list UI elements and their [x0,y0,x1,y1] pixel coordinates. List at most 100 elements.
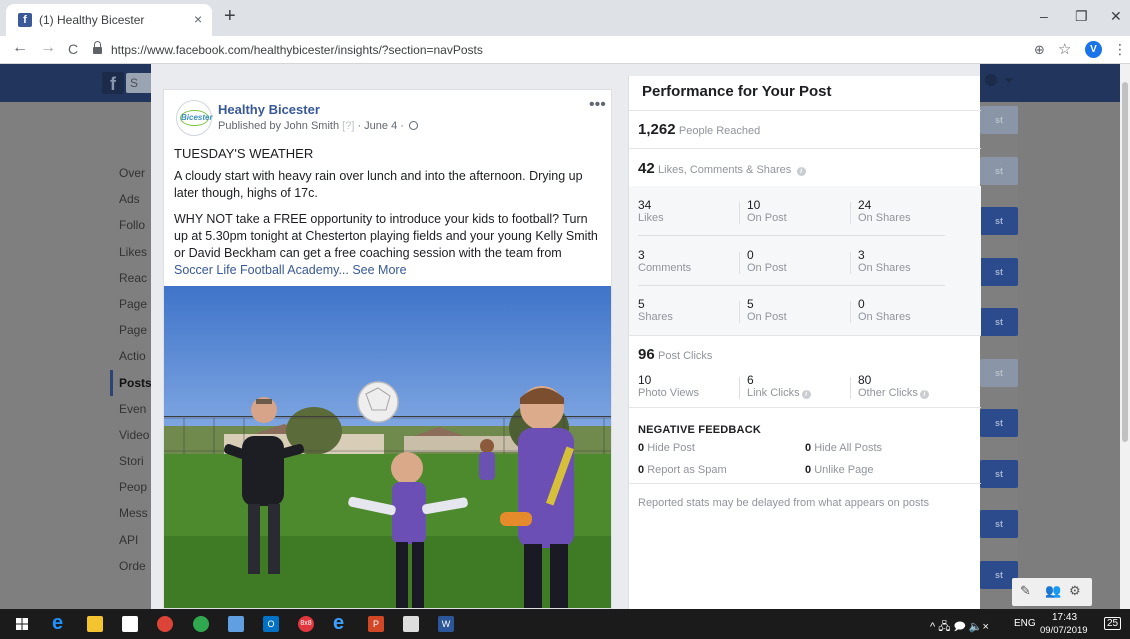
outlook-icon[interactable]: O [263,616,279,632]
info-icon[interactable]: i [796,167,806,176]
people-reached-row: 1,262 People Reached [638,121,760,138]
post-clicks-cell-label: Other Clicks [858,387,918,399]
post-photo[interactable] [164,286,612,609]
negative-feedback-value: 0 [638,464,645,476]
page-avatar[interactable]: Bicester [176,100,213,136]
post-headline: TUESDAY'S WEATHER [174,146,314,161]
engagement-cell-label: Likes [638,212,664,224]
zoom-icon[interactable]: ⊕ [1034,42,1045,58]
boost-post-button[interactable]: st [980,358,1018,387]
page-scrollbar[interactable] [1120,64,1130,609]
more-options-icon[interactable]: ••• [589,96,606,114]
reload-icon[interactable]: C [68,41,78,57]
avatar-logo-text: Bicester [181,113,213,122]
page-right-area [1018,102,1130,609]
photos-icon[interactable] [403,616,419,632]
academy-link[interactable]: Soccer Life Football Academy [174,263,338,277]
lock-icon [93,41,102,54]
internet-explorer-icon[interactable]: e [333,613,349,633]
engagement-cell: 24 On Shares [858,198,911,224]
post-clicks-value: 96 [638,346,655,363]
stats-disclaimer: Reported stats may be delayed from what … [638,497,930,509]
facebook-logo-icon[interactable]: f [102,72,124,94]
see-more-link[interactable]: ... See More [338,263,406,277]
tab-close-icon[interactable]: × [194,11,202,27]
post-clicks-cell-label-row: Photo Views [638,387,699,399]
language-indicator[interactable]: ENG [1014,618,1036,629]
bookmark-star-icon[interactable]: ☆ [1058,40,1071,58]
url-field[interactable]: https://www.facebook.com/healthybicester… [111,43,483,57]
engagement-cell-value: 5 [638,297,645,311]
boost-post-button[interactable]: st [980,510,1018,538]
cell-divider [850,301,851,323]
8x8-icon[interactable]: 8x8 [298,616,314,632]
people-reached-label: People Reached [678,125,761,137]
engagement-label: Likes, Comments & Shares [658,164,792,176]
boost-post-button[interactable]: st [980,459,1018,488]
negative-feedback-title: NEGATIVE FEEDBACK [638,424,761,436]
engagement-cell: 3 On Shares [858,248,911,274]
cell-divider [739,301,740,323]
browser-tab[interactable]: f (1) Healthy Bicester × [6,4,212,36]
help-marker[interactable]: [?] [342,120,354,132]
forward-icon[interactable]: → [40,39,56,57]
engagement-cell-value: 3 [858,247,865,262]
pen-app-icon[interactable] [228,616,244,632]
engagement-cell-label: Shares [638,311,673,323]
restore-icon[interactable]: ❐ [1075,8,1088,25]
performance-title: Performance for Your Post [642,83,832,100]
boost-post-button[interactable]: st [980,409,1018,437]
post-clicks-cell-label: Photo Views [638,387,699,399]
cell-divider [850,202,851,224]
profile-avatar[interactable]: V [1085,41,1102,58]
page-name-link[interactable]: Healthy Bicester [218,102,320,117]
clock-time[interactable]: 17:43 [1052,612,1077,623]
info-icon[interactable]: i [919,390,929,399]
chrome-icon[interactable] [157,616,173,632]
close-window-icon[interactable]: ✕ [1110,8,1122,25]
minimize-icon[interactable]: – [1040,8,1048,24]
row-divider [638,235,945,236]
boost-post-button[interactable]: st [980,308,1018,336]
scroll-thumb[interactable] [1122,82,1128,442]
post-paragraph-1: A cloudy start with heavy rain over lunc… [174,169,583,200]
post-clicks-cell-label-row: Other Clicks i [858,387,929,399]
post-clicks-cell-value: 10 [638,373,652,387]
new-tab-button[interactable]: + [224,5,236,28]
people-icon[interactable]: 👥 [1045,583,1061,599]
edge-legacy-icon[interactable]: e [52,613,68,633]
globe-app-icon[interactable] [193,616,209,632]
system-tray-icons[interactable]: ^ 🖧 🗩 🔈× [930,618,989,637]
windows-start-icon[interactable] [16,618,28,630]
cell-divider [850,251,851,274]
engagement-cell-value: 3 [638,247,645,262]
boost-post-button[interactable]: st [980,106,1018,134]
post-clicks-cell-label: Link Clicks [747,387,800,399]
engagement-cell-label: On Shares [858,261,911,274]
notification-icon[interactable] [985,74,997,86]
settings-gear-icon[interactable]: ⚙ [1069,583,1081,599]
powerpoint-icon[interactable]: P [368,616,384,632]
back-icon[interactable]: ← [12,39,28,57]
compose-icon[interactable]: ✎ [1020,583,1031,599]
info-icon[interactable]: i [801,390,811,399]
address-bar: ← → C https://www.facebook.com/healthybi… [0,36,1130,64]
boost-post-button[interactable]: st [980,257,1018,286]
chevron-down-icon[interactable] [1005,78,1013,83]
post-date[interactable]: · June 4 · [357,120,403,132]
boost-post-button[interactable]: st [980,207,1018,235]
post-clicks-cell-value: 6 [747,373,754,387]
cell-divider [850,377,851,399]
boost-post-button[interactable]: st [980,156,1018,185]
notifications-badge[interactable]: 25 [1104,617,1122,630]
file-explorer-icon[interactable] [87,616,103,632]
engagement-cell-label: On Post [747,261,787,274]
engagement-cell: 34 Likes [638,198,664,224]
mail-icon[interactable] [122,616,138,632]
negative-feedback-value: 0 [638,442,645,454]
word-icon[interactable]: W [438,616,454,632]
engagement-cell: 5 On Post [747,297,787,323]
clock-date[interactable]: 09/07/2019 [1040,625,1088,636]
post-clicks-label: Post Clicks [658,350,713,362]
browser-menu-icon[interactable]: ⋮ [1113,41,1127,58]
